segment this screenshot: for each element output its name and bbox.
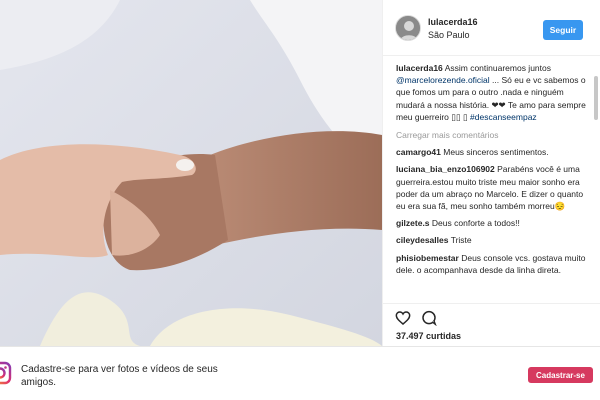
instagram-icon <box>0 361 12 385</box>
comment-text: Triste <box>450 235 472 246</box>
likes-count[interactable]: 37.497 curtidas <box>396 331 461 341</box>
caption-hashtag[interactable]: #descanseempaz <box>470 112 537 122</box>
post-username[interactable]: lulacerda16 <box>428 17 478 27</box>
signup-banner: Cadastre-se para ver fotos e vídeos de s… <box>0 346 600 400</box>
post-sidebar: lulacerda16 São Paulo Seguir lulacerda16… <box>382 0 600 346</box>
post-actions: 37.497 curtidas <box>383 303 600 346</box>
comment-username[interactable]: cileydesalles <box>396 235 448 245</box>
comment-item: camargo41 Meus sinceros sentimentos. <box>396 146 587 158</box>
comments-list: lulacerda16 Assim continuaremos juntos @… <box>383 62 595 304</box>
post-modal: lulacerda16 São Paulo Seguir lulacerda16… <box>0 0 600 346</box>
caption-text-start: Assim continuaremos juntos <box>444 63 551 73</box>
post-header: lulacerda16 São Paulo Seguir <box>383 0 600 56</box>
load-more-comments[interactable]: Carregar mais comentários <box>396 129 587 141</box>
post-location[interactable]: São Paulo <box>428 30 470 40</box>
comments-scrollbar[interactable] <box>594 76 598 120</box>
comment-username[interactable]: luciana_bia_enzo106902 <box>396 164 495 174</box>
comment-item: phisiobemestar Deus console vcs. gostava… <box>396 252 587 276</box>
avatar[interactable] <box>395 15 421 41</box>
comment-text: Deus conforte a todos!! <box>431 218 520 229</box>
post-photo[interactable] <box>0 0 382 346</box>
caption-username[interactable]: lulacerda16 <box>396 63 443 73</box>
comment-item: luciana_bia_enzo106902 Parabéns você é u… <box>396 163 587 212</box>
comment-username[interactable]: camargo41 <box>396 147 441 157</box>
comment-username[interactable]: gilzete.s <box>396 218 430 228</box>
signup-prompt: Cadastre-se para ver fotos e vídeos de s… <box>21 364 218 388</box>
comment-item: cileydesalles Triste <box>396 234 587 246</box>
signup-button[interactable]: Cadastrar-se <box>528 367 593 383</box>
caption: lulacerda16 Assim continuaremos juntos @… <box>396 62 587 123</box>
comment-item: gilzete.s Deus conforte a todos!! <box>396 217 587 229</box>
comment-bubble-icon[interactable] <box>421 310 437 327</box>
caption-mention[interactable]: @marcelorezende.oficial <box>396 75 490 85</box>
follow-button[interactable]: Seguir <box>543 20 583 40</box>
comment-username[interactable]: phisiobemestar <box>396 253 459 263</box>
comment-text: Meus sinceros sentimentos. <box>443 147 549 158</box>
heart-icon[interactable] <box>395 310 411 326</box>
